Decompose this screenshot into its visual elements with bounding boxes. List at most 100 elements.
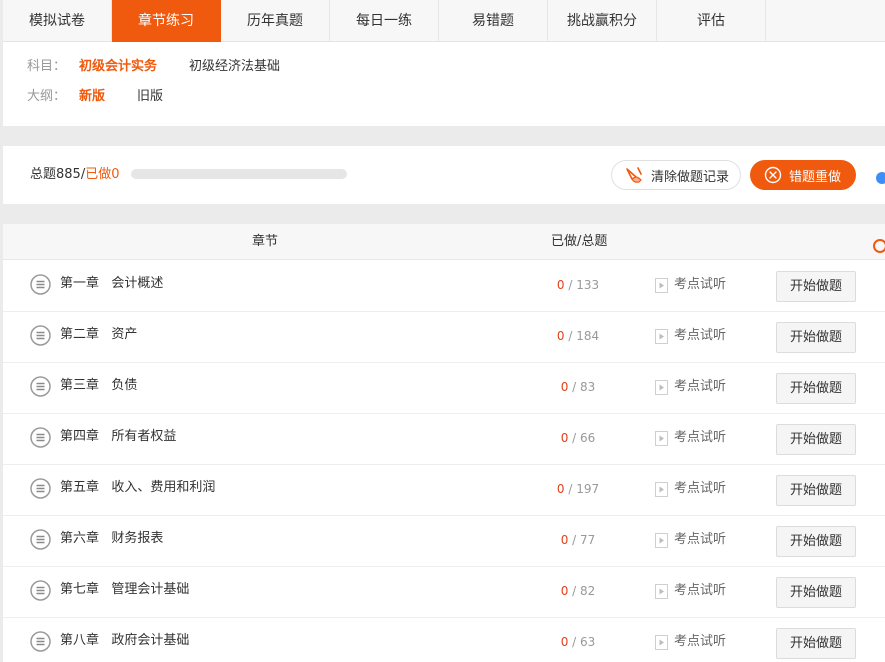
list-circle-icon — [30, 529, 51, 550]
start-practice-button[interactable]: 开始做题 — [776, 628, 856, 659]
progress-bar — [131, 169, 347, 179]
table-header: 章节 已做/总题 — [3, 224, 885, 260]
chapter-progress: 0 / 77 — [543, 532, 613, 548]
outline-row: 大纲： 新版 旧版 — [27, 87, 195, 107]
chapter-name: 第六章 财务报表 — [60, 530, 163, 548]
list-circle-icon — [30, 325, 51, 346]
chapter-name: 第二章 资产 — [60, 326, 137, 344]
done-number: 0 — [556, 482, 565, 496]
start-practice-button[interactable]: 开始做题 — [776, 475, 856, 506]
preview-link[interactable]: 考点试听 — [655, 531, 726, 549]
tab-bar: 模拟试卷 章节练习 历年真题 每日一练 易错题 挑战赢积分 评估 — [3, 0, 885, 42]
subject-option-0[interactable]: 初级会计实务 — [79, 57, 157, 77]
chapter-title: 负债 — [111, 378, 138, 393]
preview-label: 考点试听 — [674, 532, 727, 547]
chapter-number: 第三章 — [60, 378, 100, 393]
chapter-number: 第五章 — [60, 480, 100, 495]
chapter-title: 政府会计基础 — [111, 633, 190, 648]
chapter-number: 第七章 — [60, 582, 100, 597]
preview-link[interactable]: 考点试听 — [655, 327, 726, 345]
preview-link[interactable]: 考点试听 — [655, 480, 726, 498]
done-number: 0 — [560, 533, 569, 547]
subject-option-1[interactable]: 初级经济法基础 — [189, 57, 280, 77]
tab-3[interactable]: 每日一练 — [330, 0, 439, 42]
tab-2[interactable]: 历年真题 — [221, 0, 330, 42]
play-icon — [655, 583, 668, 599]
preview-link[interactable]: 考点试听 — [655, 582, 726, 600]
redo-wrong-button[interactable]: 错题重做 — [750, 160, 856, 190]
done-number: 0 — [560, 380, 569, 394]
subject-label: 科目： — [27, 59, 67, 74]
total-number: / 133 — [568, 278, 600, 292]
total-number: / 83 — [572, 380, 596, 394]
progress-column-header: 已做/总题 — [551, 234, 608, 249]
start-practice-button[interactable]: 开始做题 — [776, 526, 856, 557]
side-dot[interactable] — [876, 172, 885, 184]
chapter-name: 第四章 所有者权益 — [60, 428, 176, 446]
start-practice-button[interactable]: 开始做题 — [776, 424, 856, 455]
table-row: 第八章 政府会计基础 0 / 63 考点试听 开始做题 — [3, 618, 885, 662]
start-practice-button[interactable]: 开始做题 — [776, 373, 856, 404]
done-count: 已做0 — [85, 167, 120, 182]
list-circle-icon — [30, 580, 51, 601]
clear-records-label: 清除做题记录 — [651, 169, 730, 185]
total-number: / 184 — [568, 329, 600, 343]
side-ring[interactable] — [873, 239, 885, 253]
chapter-progress: 0 / 184 — [543, 328, 613, 344]
chapter-number: 第六章 — [60, 531, 100, 546]
done-number: 0 — [560, 431, 569, 445]
list-circle-icon — [30, 631, 51, 652]
chapter-progress: 0 / 63 — [543, 634, 613, 650]
tab-4[interactable]: 易错题 — [439, 0, 548, 42]
preview-label: 考点试听 — [674, 583, 727, 598]
preview-link[interactable]: 考点试听 — [655, 276, 726, 294]
done-number: 0 — [556, 329, 565, 343]
chapter-title: 管理会计基础 — [111, 582, 190, 597]
chapter-name: 第一章 会计概述 — [60, 275, 163, 293]
tab-6[interactable]: 评估 — [657, 0, 766, 42]
chapter-title: 资产 — [111, 327, 138, 342]
tab-0[interactable]: 模拟试卷 — [3, 0, 112, 42]
table-row: 第四章 所有者权益 0 / 66 考点试听 开始做题 — [3, 414, 885, 465]
start-practice-button[interactable]: 开始做题 — [776, 322, 856, 353]
tab-1[interactable]: 章节练习 — [112, 0, 221, 42]
outline-label: 大纲： — [27, 89, 67, 104]
chapter-progress: 0 / 82 — [543, 583, 613, 599]
clear-records-button[interactable]: 清除做题记录 — [611, 160, 741, 190]
outline-option-0[interactable]: 新版 — [79, 87, 105, 107]
preview-link[interactable]: 考点试听 — [655, 429, 726, 447]
filter-panel: 科目： 初级会计实务 初级经济法基础 大纲： 新版 旧版 — [3, 42, 885, 126]
chapter-number: 第二章 — [60, 327, 100, 342]
chapter-title: 会计概述 — [111, 276, 164, 291]
preview-link[interactable]: 考点试听 — [655, 633, 726, 651]
start-practice-button[interactable]: 开始做题 — [776, 577, 856, 608]
chapter-name: 第七章 管理会计基础 — [60, 581, 189, 599]
chapter-name: 第三章 负债 — [60, 377, 137, 395]
chapter-title: 所有者权益 — [111, 429, 177, 444]
done-number: 0 — [560, 584, 569, 598]
table-row: 第六章 财务报表 0 / 77 考点试听 开始做题 — [3, 516, 885, 567]
play-icon — [655, 430, 668, 446]
clear-brush-icon — [626, 167, 642, 183]
chapter-title: 收入、费用和利润 — [111, 480, 216, 495]
start-practice-button[interactable]: 开始做题 — [776, 271, 856, 302]
play-icon — [655, 328, 668, 344]
preview-label: 考点试听 — [674, 379, 727, 394]
play-icon — [655, 634, 668, 650]
tab-5[interactable]: 挑战赢积分 — [548, 0, 657, 42]
chapter-number: 第一章 — [60, 276, 100, 291]
list-circle-icon — [30, 376, 51, 397]
chapter-progress: 0 / 66 — [543, 430, 613, 446]
outline-option-1[interactable]: 旧版 — [137, 87, 163, 107]
preview-label: 考点试听 — [674, 481, 727, 496]
list-circle-icon — [30, 478, 51, 499]
total-count: 总题885/ — [30, 167, 86, 182]
chapter-name: 第八章 政府会计基础 — [60, 632, 189, 650]
preview-link[interactable]: 考点试听 — [655, 378, 726, 396]
play-icon — [655, 277, 668, 293]
chapter-column-header: 章节 — [252, 234, 279, 249]
preview-label: 考点试听 — [674, 277, 727, 292]
play-icon — [655, 379, 668, 395]
table-row: 第三章 负债 0 / 83 考点试听 开始做题 — [3, 363, 885, 414]
question-summary: 总题885/已做0 — [30, 165, 119, 185]
